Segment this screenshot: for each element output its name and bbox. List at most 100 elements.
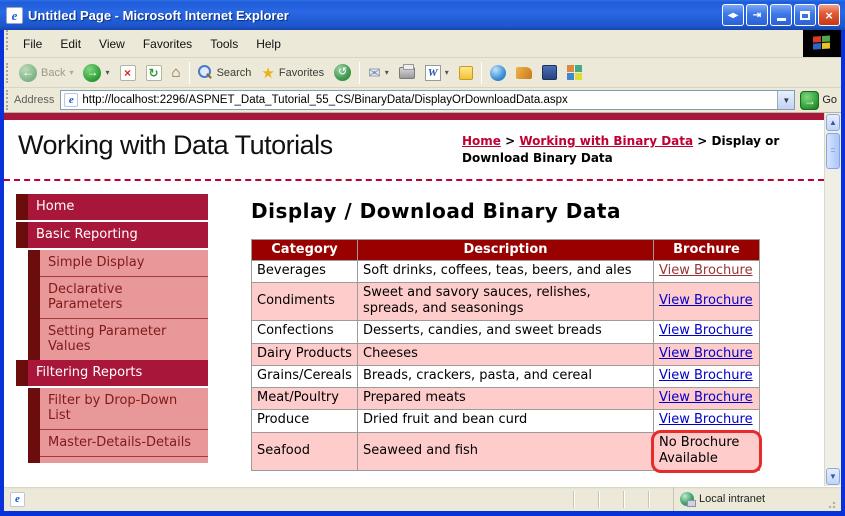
breadcrumb-home-link[interactable]: Home	[462, 134, 501, 148]
status-pane	[598, 491, 623, 508]
addressbar-grip[interactable]	[6, 90, 9, 110]
scrollbar-thumb[interactable]	[826, 133, 840, 169]
brochure-cell: View Brochure	[654, 343, 760, 365]
pop-out-button[interactable]: ⇥	[746, 4, 768, 26]
sidebar-item-declarative-parameters[interactable]: Declarative Parameters	[28, 276, 208, 318]
address-input[interactable]: e http://localhost:2296/ASPNET_Data_Tuto…	[60, 90, 795, 110]
status-page-icon: e	[10, 492, 25, 507]
vertical-scrollbar[interactable]: ▲ ▼	[824, 113, 841, 486]
research-button[interactable]	[537, 61, 562, 85]
browser-chrome: File Edit View Favorites Tools Help ← Ba…	[0, 30, 845, 511]
brochure-cell: View Brochure	[654, 365, 760, 387]
brochure-cell: View Brochure	[654, 388, 760, 410]
addon-button[interactable]	[562, 61, 587, 85]
view-brochure-link[interactable]: View Brochure	[659, 368, 753, 383]
brochure-cell: View Brochure	[654, 282, 760, 321]
windows-logo-block	[803, 30, 841, 57]
discuss-button[interactable]	[454, 61, 478, 85]
table-row: Meat/Poultry Prepared meats View Brochur…	[252, 388, 760, 410]
sidebar-item-label: Setting Parameter Values	[40, 318, 208, 360]
scroll-down-button[interactable]: ▼	[826, 468, 840, 485]
category-cell: Produce	[252, 410, 358, 432]
stop-button[interactable]: ×	[115, 61, 141, 85]
sidebar-item-label: Simple Display	[40, 250, 208, 276]
address-bar: Address e http://localhost:2296/ASPNET_D…	[4, 88, 841, 113]
breadcrumb: Home > Working with Binary Data > Displa…	[462, 130, 814, 167]
toolbar-separator	[481, 62, 482, 84]
go-button[interactable]: → Go	[800, 91, 837, 110]
sidebar-item-marker	[16, 194, 28, 220]
window-title: Untitled Page - Microsoft Internet Explo…	[28, 8, 720, 23]
description-cell: Soft drinks, coffees, teas, beers, and a…	[358, 260, 654, 282]
print-button[interactable]	[394, 61, 420, 85]
menu-view[interactable]: View	[90, 37, 134, 51]
status-left-pane: e	[6, 487, 573, 511]
scroll-up-button[interactable]: ▲	[826, 114, 840, 131]
menu-edit[interactable]: Edit	[51, 37, 90, 51]
menu-help[interactable]: Help	[247, 37, 290, 51]
favorites-button[interactable]: ★ Favorites	[256, 61, 329, 85]
page-ie-icon: e	[64, 93, 78, 107]
resize-grip[interactable]	[825, 487, 839, 511]
view-brochure-link[interactable]: View Brochure	[659, 263, 753, 278]
forward-icon: →	[83, 64, 101, 82]
forward-button[interactable]: → ▾	[78, 61, 114, 85]
view-brochure-link[interactable]: View Brochure	[659, 323, 753, 338]
note-icon	[459, 66, 473, 80]
category-cell: Condiments	[252, 282, 358, 321]
refresh-button[interactable]: ↻	[141, 61, 167, 85]
pan-left-right-button[interactable]: ◂▸	[722, 4, 744, 26]
toolbar-grip[interactable]	[6, 63, 9, 83]
scrollbar-track[interactable]	[825, 169, 841, 467]
mail-button[interactable]: ✉ ▾	[363, 61, 394, 85]
sidebar-item-filter-by-drop-down-list[interactable]: Filter by Drop-Down List	[28, 388, 208, 429]
status-bar: e Local intranet	[4, 486, 841, 511]
view-brochure-link[interactable]: View Brochure	[659, 390, 753, 405]
category-cell: Seafood	[252, 432, 358, 471]
description-cell: Cheeses	[358, 343, 654, 365]
menu-favorites[interactable]: Favorites	[134, 37, 201, 51]
back-label: Back	[41, 67, 65, 79]
edit-dropdown-icon[interactable]: ▾	[445, 68, 449, 77]
maximize-icon	[800, 11, 810, 20]
sidebar-item-marker	[28, 250, 40, 276]
title-bar[interactable]: e Untitled Page - Microsoft Internet Exp…	[0, 0, 845, 30]
research-icon	[542, 65, 557, 80]
sidebar-item-filtering-reports[interactable]: Filtering Reports	[16, 360, 208, 386]
search-button[interactable]: Search	[193, 61, 257, 85]
table-row: Dairy Products Cheeses View Brochure	[252, 343, 760, 365]
print-icon	[399, 67, 415, 79]
close-button[interactable]: ×	[818, 4, 840, 26]
forward-dropdown-icon[interactable]: ▾	[105, 68, 109, 77]
sidebar-item-basic-reporting[interactable]: Basic Reporting	[16, 222, 208, 248]
sidebar-item-master-details-details[interactable]: Master-Details-Details	[28, 429, 208, 456]
msn-button[interactable]	[511, 61, 537, 85]
address-url[interactable]: http://localhost:2296/ASPNET_Data_Tutori…	[82, 94, 777, 106]
menu-file[interactable]: File	[14, 37, 51, 51]
sidebar-item-setting-parameter-values[interactable]: Setting Parameter Values	[28, 318, 208, 360]
home-button[interactable]: ⌂	[167, 61, 186, 85]
column-header-brochure: Brochure	[654, 239, 760, 260]
mail-dropdown-icon[interactable]: ▾	[385, 68, 389, 77]
sidebar-item-home[interactable]: Home	[16, 194, 208, 220]
minimize-button[interactable]	[770, 4, 792, 26]
sidebar-item-clipped[interactable]	[28, 456, 208, 463]
menubar-grip[interactable]	[6, 30, 9, 50]
view-brochure-link[interactable]: View Brochure	[659, 293, 753, 308]
messenger-button[interactable]	[485, 61, 511, 85]
menu-tools[interactable]: Tools	[201, 37, 247, 51]
maximize-button[interactable]	[794, 4, 816, 26]
breadcrumb-section-link[interactable]: Working with Binary Data	[519, 134, 693, 148]
back-button[interactable]: ← Back ▾	[14, 61, 78, 85]
back-dropdown-icon[interactable]: ▾	[69, 68, 73, 77]
security-zone-pane: Local intranet	[673, 487, 825, 511]
sidebar-item-simple-display[interactable]: Simple Display	[28, 250, 208, 276]
category-cell: Dairy Products	[252, 343, 358, 365]
brochure-cell: View Brochure	[654, 321, 760, 343]
view-brochure-link[interactable]: View Brochure	[659, 346, 753, 361]
edit-with-word-button[interactable]: W ▾	[420, 61, 454, 85]
address-dropdown-button[interactable]: ▼	[777, 91, 794, 109]
history-button[interactable]: ↺	[329, 61, 356, 85]
column-header-category: Category	[252, 239, 358, 260]
view-brochure-link[interactable]: View Brochure	[659, 412, 753, 427]
